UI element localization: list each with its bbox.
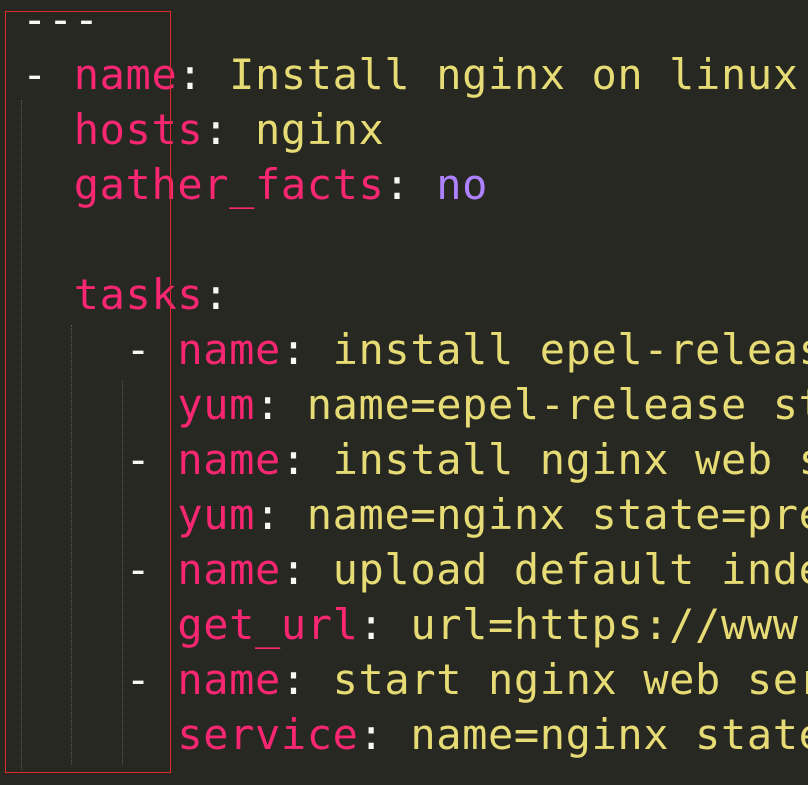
colon: : bbox=[177, 50, 230, 99]
yaml-key: yum bbox=[177, 380, 255, 429]
code-line-task-module: yum: name=epel-release st bbox=[22, 377, 808, 432]
list-dash: - bbox=[125, 655, 178, 704]
yaml-value: nginx bbox=[255, 105, 385, 154]
yaml-key: name bbox=[177, 545, 281, 594]
colon: : bbox=[203, 105, 255, 154]
list-dash: - bbox=[125, 435, 178, 484]
code-line-task-module: yum: name=nginx state=pre bbox=[22, 487, 808, 542]
yaml-value: name=nginx state bbox=[410, 710, 808, 759]
yaml-value: install nginx web s bbox=[332, 435, 808, 484]
yaml-value: no bbox=[436, 160, 488, 209]
yaml-key: hosts bbox=[73, 105, 204, 154]
list-dash: - bbox=[125, 325, 178, 374]
yaml-key: get_url bbox=[177, 600, 359, 649]
code-line-task-module: get_url: url=https://www. bbox=[22, 597, 808, 652]
yaml-key: tasks bbox=[73, 270, 204, 319]
list-dash: - bbox=[22, 50, 74, 99]
code-line-task-name: - name: install nginx web s bbox=[22, 432, 808, 487]
colon: : bbox=[255, 380, 307, 429]
colon: : bbox=[255, 490, 307, 539]
code-line-task-name: - name: start nginx web ser bbox=[22, 652, 808, 707]
yaml-key: name bbox=[177, 325, 281, 374]
colon: : bbox=[358, 600, 411, 649]
yaml-value: start nginx web ser bbox=[332, 655, 808, 704]
colon: : bbox=[358, 710, 411, 759]
code-line-gather-facts: gather_facts: no bbox=[22, 157, 488, 212]
colon: : bbox=[203, 270, 230, 319]
yaml-value: install epel-releas bbox=[332, 325, 808, 374]
code-line-task-name: - name: upload default inde bbox=[22, 542, 808, 597]
yaml-key: yum bbox=[177, 490, 255, 539]
list-dash: - bbox=[125, 545, 178, 594]
yaml-value: name=epel-release st bbox=[306, 380, 808, 429]
colon: : bbox=[280, 545, 333, 594]
yaml-value: upload default inde bbox=[332, 545, 808, 594]
yaml-value: url=https://www. bbox=[410, 600, 808, 649]
yaml-value: Install nginx on linux bbox=[229, 50, 799, 99]
yaml-key: name bbox=[177, 435, 281, 484]
code-line-doc-start: --- bbox=[22, 0, 100, 44]
code-editor[interactable]: --- - name: Install nginx on linux hosts… bbox=[0, 0, 808, 785]
yaml-key: service bbox=[177, 710, 359, 759]
code-line-task-module: service: name=nginx state bbox=[22, 707, 808, 762]
yaml-key: name bbox=[177, 655, 281, 704]
colon: : bbox=[280, 655, 333, 704]
yaml-value: name=nginx state=pre bbox=[306, 490, 808, 539]
yaml-key: gather_facts bbox=[73, 160, 385, 209]
colon: : bbox=[384, 160, 437, 209]
colon: : bbox=[280, 435, 333, 484]
code-line-task-name: - name: install epel-releas bbox=[22, 322, 808, 377]
code-line-play-name: - name: Install nginx on linux bbox=[22, 47, 799, 102]
code-line-hosts: hosts: nginx bbox=[22, 102, 384, 157]
code-line-tasks: tasks: bbox=[22, 267, 229, 322]
colon: : bbox=[280, 325, 333, 374]
yaml-key: name bbox=[73, 50, 178, 99]
